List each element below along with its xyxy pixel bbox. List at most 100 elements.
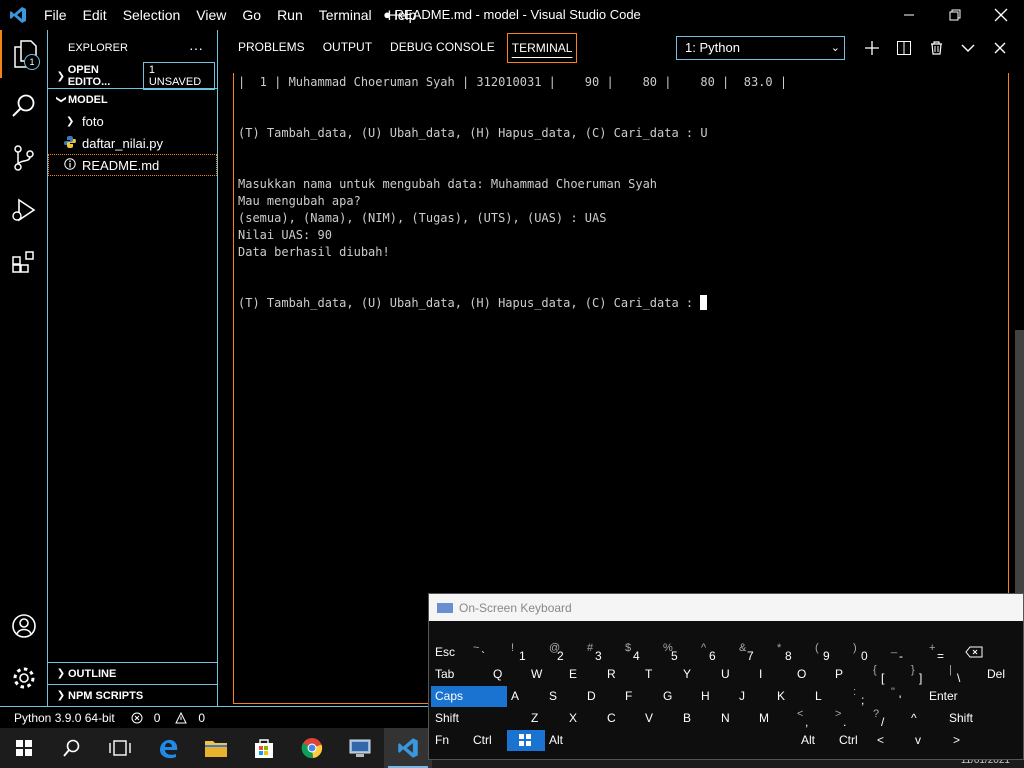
osk-key-fn[interactable]: Fn xyxy=(431,730,469,751)
python-interpreter[interactable]: Python 3.9.0 64-bit xyxy=(0,711,123,725)
tab-debug-console[interactable]: DEBUG CONSOLE xyxy=(381,30,504,65)
osk-key-symbol-13[interactable]: + = xyxy=(925,642,963,663)
osk-key-3[interactable]: #3 xyxy=(583,642,621,663)
osk-key-o[interactable]: O xyxy=(793,664,831,685)
osk-key-shift[interactable]: Shift xyxy=(431,708,527,729)
osk-key-7[interactable]: & 7 xyxy=(735,642,773,663)
osk-key-d[interactable]: D xyxy=(583,686,621,707)
taskbar-edge[interactable] xyxy=(144,728,192,768)
menu-help[interactable]: Help xyxy=(380,0,425,30)
osk-key-y[interactable]: Y xyxy=(679,664,717,685)
tree-item-foto[interactable]: ❯ foto xyxy=(48,110,217,132)
osk-key-symbol-10[interactable]: :; xyxy=(849,686,887,707)
osk-key-8[interactable]: * 8 xyxy=(773,642,811,663)
osk-key-u[interactable]: U xyxy=(717,664,755,685)
menu-selection[interactable]: Selection xyxy=(115,0,189,30)
search-activity[interactable] xyxy=(0,82,48,130)
taskbar-vscode[interactable] xyxy=(384,728,432,768)
taskbar-search-button[interactable] xyxy=(48,728,96,768)
accounts-activity[interactable] xyxy=(0,602,48,650)
osk-key-g[interactable]: G xyxy=(659,686,697,707)
osk-key-f[interactable]: F xyxy=(621,686,659,707)
osk-key-del[interactable]: Del xyxy=(983,664,1023,685)
osk-key-6[interactable]: ^ 6 xyxy=(697,642,735,663)
osk-key-a[interactable]: A xyxy=(507,686,545,707)
osk-key-b[interactable]: B xyxy=(679,708,717,729)
osk-key-v[interactable]: v xyxy=(911,730,949,751)
osk-key-symbol-11[interactable]: {[ xyxy=(869,664,907,685)
osk-key-c[interactable]: C xyxy=(603,708,641,729)
osk-key-e[interactable]: E xyxy=(565,664,603,685)
osk-key-symbol-13[interactable]: | \ xyxy=(945,664,983,685)
osk-key-q[interactable]: Q xyxy=(489,664,527,685)
kill-terminal-button[interactable] xyxy=(920,40,952,55)
osk-key-x[interactable]: X xyxy=(565,708,603,729)
tree-item-readme[interactable]: README.md xyxy=(48,154,217,176)
osk-key-symbol-12[interactable]: }] xyxy=(907,664,945,685)
explorer-activity[interactable]: 1 xyxy=(0,30,48,78)
minimize-button[interactable] xyxy=(886,0,932,30)
osk-key-symbol-9[interactable]: >. xyxy=(831,708,869,729)
osk-key-l[interactable]: L xyxy=(811,686,849,707)
osk-title-bar[interactable]: On-Screen Keyboard xyxy=(429,594,1023,621)
problems-status[interactable]: 0 0 xyxy=(123,711,221,725)
osk-key-m[interactable]: M xyxy=(755,708,793,729)
osk-key-enter[interactable]: Enter xyxy=(925,686,1005,707)
extensions-activity[interactable] xyxy=(0,238,48,286)
osk-key-w[interactable]: W xyxy=(527,664,565,685)
osk-key-2[interactable]: @2 xyxy=(545,642,583,663)
osk-key-esc[interactable]: Esc xyxy=(431,642,469,663)
osk-key-k[interactable]: K xyxy=(773,686,811,707)
osk-key-n[interactable]: N xyxy=(717,708,755,729)
more-actions-icon[interactable]: ··· xyxy=(189,40,203,56)
close-window-button[interactable] xyxy=(978,0,1024,30)
osk-key-9[interactable]: (9 xyxy=(811,642,849,663)
osk-key-symbol-1[interactable]: ~ ` xyxy=(469,642,507,663)
tab-terminal[interactable]: TERMINAL xyxy=(506,32,578,63)
menu-go[interactable]: Go xyxy=(234,0,269,30)
menu-edit[interactable]: Edit xyxy=(75,0,115,30)
new-terminal-button[interactable] xyxy=(856,40,888,55)
menu-view[interactable]: View xyxy=(188,0,234,30)
taskbar-chrome[interactable] xyxy=(288,728,336,768)
osk-key-symbol-8[interactable]: <, xyxy=(793,708,831,729)
osk-key-ctrl[interactable]: Ctrl xyxy=(469,730,507,751)
osk-key-alt[interactable]: Alt xyxy=(545,730,583,751)
taskbar-file-explorer[interactable] xyxy=(192,728,240,768)
osk-key-v[interactable]: V xyxy=(641,708,679,729)
osk-key-win[interactable] xyxy=(507,730,545,751)
osk-key-z[interactable]: Z xyxy=(527,708,565,729)
source-control-activity[interactable] xyxy=(0,134,48,182)
start-button[interactable] xyxy=(0,728,48,768)
tab-problems[interactable]: PROBLEMS xyxy=(229,30,314,65)
osk-key-1[interactable]: ! 1 xyxy=(507,642,545,663)
run-debug-activity[interactable] xyxy=(0,186,48,234)
osk-key-symbol-11[interactable]: ^ xyxy=(907,708,945,729)
restore-button[interactable] xyxy=(932,0,978,30)
osk-key-s[interactable]: S xyxy=(545,686,583,707)
osk-key-5[interactable]: % 5 xyxy=(659,642,697,663)
manage-activity[interactable] xyxy=(0,654,48,702)
open-editors-section[interactable]: ❯ OPEN EDITO... 1 UNSAVED xyxy=(48,62,217,90)
osk-key-symbol-8[interactable]: > xyxy=(949,730,987,751)
osk-key-symbol-12[interactable]: _ - xyxy=(887,642,925,663)
osk-key-symbol-6[interactable]: < xyxy=(873,730,911,751)
osk-key-caps[interactable]: Caps xyxy=(431,686,507,707)
osk-key-0[interactable]: ) 0 xyxy=(849,642,887,663)
split-terminal-button[interactable] xyxy=(888,40,920,55)
osk-key-ctrl[interactable]: Ctrl xyxy=(835,730,873,751)
close-panel-button[interactable] xyxy=(984,42,1016,54)
osk-key-4[interactable]: $4 xyxy=(621,642,659,663)
osk-key-i[interactable]: I xyxy=(755,664,793,685)
menu-run[interactable]: Run xyxy=(269,0,311,30)
osk-key-p[interactable]: P xyxy=(831,664,869,685)
tab-output[interactable]: OUTPUT xyxy=(314,30,381,65)
menu-file[interactable]: File xyxy=(36,0,75,30)
tree-item-daftar-nilai[interactable]: daftar_nilai.py xyxy=(48,132,217,154)
maximize-panel-button[interactable] xyxy=(952,43,984,53)
menu-terminal[interactable]: Terminal xyxy=(311,0,380,30)
osk-key-alt[interactable]: Alt xyxy=(797,730,835,751)
osk-key-backspace[interactable] xyxy=(961,642,1001,663)
task-view-button[interactable] xyxy=(96,728,144,768)
npm-scripts-section[interactable]: ❯ NPM SCRIPTS xyxy=(48,684,217,706)
